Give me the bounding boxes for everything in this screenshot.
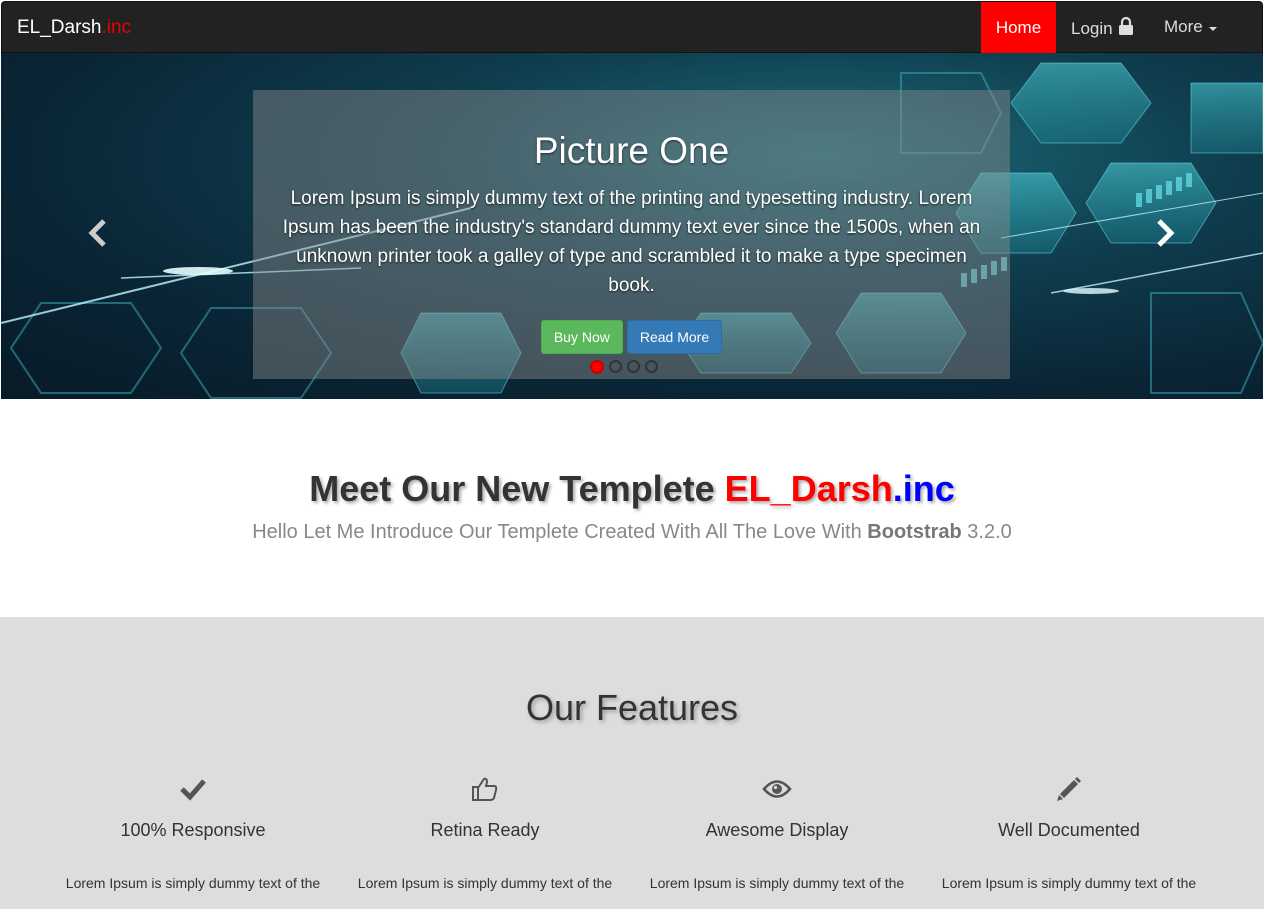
feature-text: Lorem Ipsum is simply dummy text of the [65,875,321,891]
feature-text: Lorem Ipsum is simply dummy text of the [941,875,1197,891]
caret-down-icon [1208,26,1217,31]
intro-title-brand: EL_Darsh [724,468,893,509]
feature-name: 100% Responsive [120,820,266,840]
read-more-button[interactable]: Read More [626,320,723,354]
nav-item-login[interactable]: Login [1071,16,1134,40]
brand-name: EL_Darsh [17,17,102,38]
buy-now-button[interactable]: Buy Now [540,320,623,354]
intro-subtitle-bold: Bootstrab [867,521,962,543]
feature-name: Awesome Display [705,820,849,840]
intro-title-suffix: .inc [892,468,955,509]
intro-subtitle-version: 3.2.0 [961,521,1012,543]
eye-icon [631,772,923,806]
thumbs-up-icon [339,772,631,806]
nav-item-home[interactable]: Home [981,2,1056,53]
feature-card: Retina Ready Lorem Ipsum is simply dummy… [339,772,631,891]
carousel-indicators [1,360,1263,374]
carousel-caption: Picture One Lorem Ipsum is simply dummy … [253,90,1010,379]
brand-logo[interactable]: EL_Darsh.inc [17,17,131,39]
carousel-prev-control[interactable] [87,218,109,253]
features-section: Our Features 100% Responsive Lorem Ipsum… [0,617,1264,909]
pencil-icon [923,772,1215,806]
brand-suffix: .inc [101,17,132,38]
navbar: EL_Darsh.inc Home Login More [1,1,1263,53]
checkmark-icon [47,772,339,806]
lock-icon [1118,16,1134,40]
nav-item-more[interactable]: More [1164,17,1217,37]
intro-title-text: Meet Our New Templete [309,468,725,509]
nav-item-login-label: Login [1071,18,1113,38]
carousel-indicator[interactable] [627,360,640,373]
carousel-text: Lorem Ipsum is simply dummy text of the … [282,188,981,296]
carousel-indicator[interactable] [645,360,658,373]
intro-subtitle: Hello Let Me Introduce Our Templete Crea… [0,521,1264,544]
feature-text: Lorem Ipsum is simply dummy text of the [357,875,613,891]
nav-item-more-label: More [1164,17,1203,36]
chevron-right-icon [1157,219,1175,247]
carousel-indicator[interactable] [590,360,604,374]
feature-card: 100% Responsive Lorem Ipsum is simply du… [47,772,339,891]
intro-title: Meet Our New Templete EL_Darsh.inc [0,468,1264,510]
intro-subtitle-text: Hello Let Me Introduce Our Templete Crea… [252,521,868,543]
carousel-next-control[interactable] [1154,218,1176,253]
carousel-indicator[interactable] [609,360,622,373]
chevron-left-icon [88,219,106,247]
hero-carousel: Picture One Lorem Ipsum is simply dummy … [1,53,1263,399]
feature-name: Retina Ready [430,820,540,840]
features-title: Our Features [525,687,739,728]
feature-card: Awesome Display Lorem Ipsum is simply du… [631,772,923,891]
feature-text: Lorem Ipsum is simply dummy text of the [649,875,905,891]
feature-card: Well Documented Lorem Ipsum is simply du… [923,772,1215,891]
feature-name: Well Documented [998,820,1140,840]
carousel-title: Picture One [533,130,730,171]
